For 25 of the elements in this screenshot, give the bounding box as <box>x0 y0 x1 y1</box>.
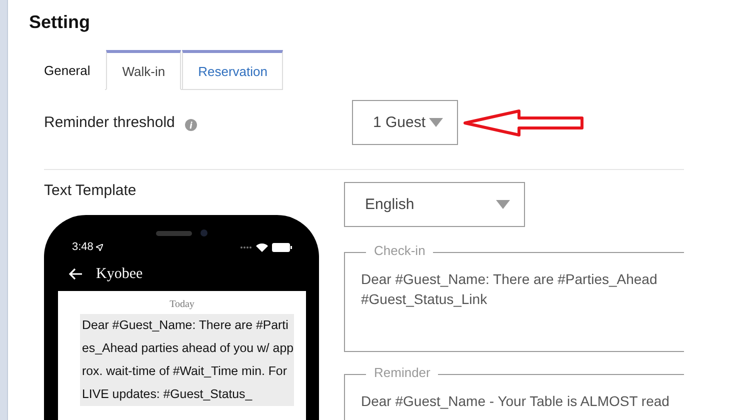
info-icon[interactable] <box>184 119 197 131</box>
template-text: Dear #Guest_Name: There are #Parties_Ahead #Guest_Status_Link <box>361 270 658 309</box>
caret-icon <box>496 200 510 209</box>
tab[interactable]: Reservation <box>182 50 284 90</box>
wifi-icon <box>256 242 268 252</box>
text-template-label: Text Template <box>44 182 138 199</box>
reminder-threshold-label: Reminder threshold <box>44 114 175 131</box>
camera-icon <box>200 229 208 237</box>
message-bubble: Dear #Guest_Name: There are #Parties_Ahead parties ahead of you w/ approx. wait-time of #Wait_Time min. For LIVE updates: #Guest_Status_ <box>80 314 294 406</box>
message-date: Today <box>168 299 196 310</box>
tab[interactable]: Walk-in <box>106 50 182 90</box>
location-icon <box>96 244 104 250</box>
page-title: Setting <box>29 12 91 34</box>
status-time: 3:48 <box>72 241 94 253</box>
language-dropdown[interactable]: English <box>344 182 525 227</box>
signal-icon <box>240 246 252 248</box>
back-arrow-icon[interactable] <box>68 268 82 280</box>
speaker-icon <box>156 230 192 236</box>
caret-icon <box>429 118 443 127</box>
contact-name: Kyobee <box>96 266 143 282</box>
threshold-dropdown[interactable]: 1 Guest <box>352 100 458 145</box>
template-text: Dear #Guest_Name - Your Table is ALMOST read <box>361 392 670 411</box>
field-legend: Check-in <box>366 243 434 258</box>
battery-icon <box>272 242 292 252</box>
field-legend: Reminder <box>366 365 438 380</box>
